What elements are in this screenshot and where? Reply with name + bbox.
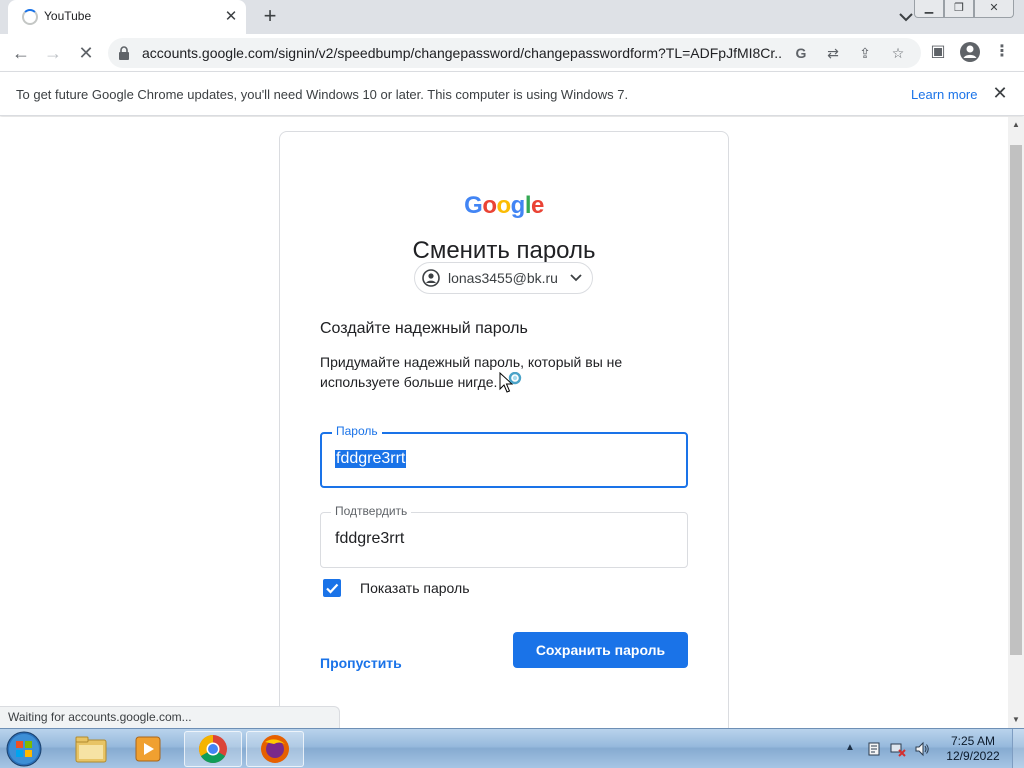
page-title: Сменить пароль (412, 237, 596, 264)
taskbar-clock[interactable]: 7:25 AM 12/9/2022 (940, 734, 1006, 764)
scroll-down-arrow-icon[interactable]: ▼ (1008, 712, 1024, 728)
google-lens-icon[interactable]: G (792, 44, 810, 62)
infobar-close-icon[interactable]: ✕ (990, 83, 1010, 103)
mouse-cursor-icon (499, 372, 522, 393)
tab-search-icon[interactable] (896, 8, 916, 26)
update-infobar: To get future Google Chrome updates, you… (0, 71, 1024, 116)
clock-date: 12/9/2022 (946, 749, 1000, 763)
password-label: Пароль (332, 424, 382, 438)
close-window-button[interactable]: ✕ (974, 0, 1014, 18)
page-scrollbar[interactable]: ▲ ▼ (1008, 117, 1024, 728)
scroll-thumb[interactable] (1010, 145, 1022, 655)
taskbar-chrome[interactable] (184, 731, 242, 767)
tab-title: YouTube (44, 9, 92, 23)
loading-spinner-icon (22, 9, 38, 25)
share-icon[interactable]: ⇪ (856, 44, 874, 62)
show-password-label[interactable]: Показать пароль (360, 580, 470, 596)
tab-youtube[interactable]: YouTube ✕ (8, 0, 246, 34)
url-text[interactable]: accounts.google.com/signin/v2/speedbump/… (142, 45, 782, 61)
skip-button[interactable]: Пропустить (320, 655, 402, 671)
tab-strip: YouTube ✕ + ▁ ❐ ✕ (0, 0, 1024, 34)
screen: YouTube ✕ + ▁ ❐ ✕ ← → ✕ accounts.google.… (0, 0, 1024, 768)
taskbar-explorer[interactable] (62, 731, 120, 767)
close-tab-icon[interactable]: ✕ (222, 8, 240, 26)
status-bubble: Waiting for accounts.google.com... (0, 706, 340, 728)
address-bar[interactable]: accounts.google.com/signin/v2/speedbump/… (108, 38, 921, 68)
restore-button[interactable]: ❐ (944, 0, 974, 18)
learn-more-link[interactable]: Learn more (911, 87, 977, 102)
volume-icon[interactable] (914, 741, 930, 757)
account-circle-icon (422, 269, 440, 287)
show-desktop-button[interactable] (1012, 729, 1024, 768)
chevron-down-icon (570, 274, 582, 282)
taskbar-firefox[interactable] (246, 731, 304, 767)
google-logo: Google (464, 192, 544, 219)
translate-icon[interactable]: ⇄ (824, 44, 842, 62)
browser-toolbar: ← → ✕ accounts.google.com/signin/v2/spee… (0, 34, 1024, 71)
save-password-button[interactable]: Сохранить пароль (513, 632, 688, 668)
account-email: lonas3455@bk.ru (448, 270, 558, 286)
window-controls: ▁ ❐ ✕ (914, 0, 1014, 18)
lock-icon[interactable] (118, 46, 130, 60)
section-description: Придумайте надежный пароль, который вы н… (320, 354, 623, 390)
media-player-icon (135, 736, 161, 762)
bookmark-star-icon[interactable]: ☆ (889, 44, 907, 62)
firefox-icon (261, 735, 289, 763)
show-password-checkbox[interactable] (323, 579, 341, 597)
action-center-icon[interactable] (866, 741, 882, 757)
chrome-icon (199, 735, 227, 763)
tray-overflow-icon[interactable]: ▲ (845, 742, 855, 753)
scroll-up-arrow-icon[interactable]: ▲ (1008, 117, 1024, 133)
minimize-button[interactable]: ▁ (914, 0, 944, 18)
account-chip[interactable]: lonas3455@bk.ru (414, 262, 593, 294)
forward-icon[interactable]: → (40, 40, 66, 66)
password-field[interactable]: Пароль fddgre3rrt (320, 424, 688, 488)
menu-kebab-icon[interactable]: ⋮ (990, 40, 1014, 64)
windows-taskbar: ▲ 7:25 AM 12/9/2022 (0, 728, 1024, 768)
change-password-card: Google Сменить пароль lonas3455@bk.ru Со… (279, 131, 729, 728)
folder-icon (75, 736, 107, 763)
taskbar-media-player[interactable] (120, 731, 178, 767)
section-heading: Создайте надежный пароль (320, 320, 528, 337)
page-content: Google Сменить пароль lonas3455@bk.ru Со… (0, 117, 1008, 728)
clock-time: 7:25 AM (950, 734, 996, 748)
infobar-message: To get future Google Chrome updates, you… (16, 87, 629, 102)
side-panel-icon[interactable]: ▣ (926, 40, 950, 64)
confirm-password-input[interactable]: fddgre3rrt (335, 530, 404, 548)
new-tab-button[interactable]: + (258, 5, 282, 29)
confirm-password-label: Подтвердить (331, 504, 412, 518)
network-disconnected-icon[interactable] (890, 741, 906, 757)
confirm-password-field[interactable]: Подтвердить fddgre3rrt (320, 504, 688, 568)
password-input[interactable]: fddgre3rrt (335, 450, 407, 468)
start-button[interactable] (2, 730, 46, 768)
back-icon[interactable]: ← (8, 40, 34, 66)
stop-icon[interactable]: ✕ (73, 40, 99, 66)
profile-avatar-icon[interactable] (958, 40, 982, 64)
